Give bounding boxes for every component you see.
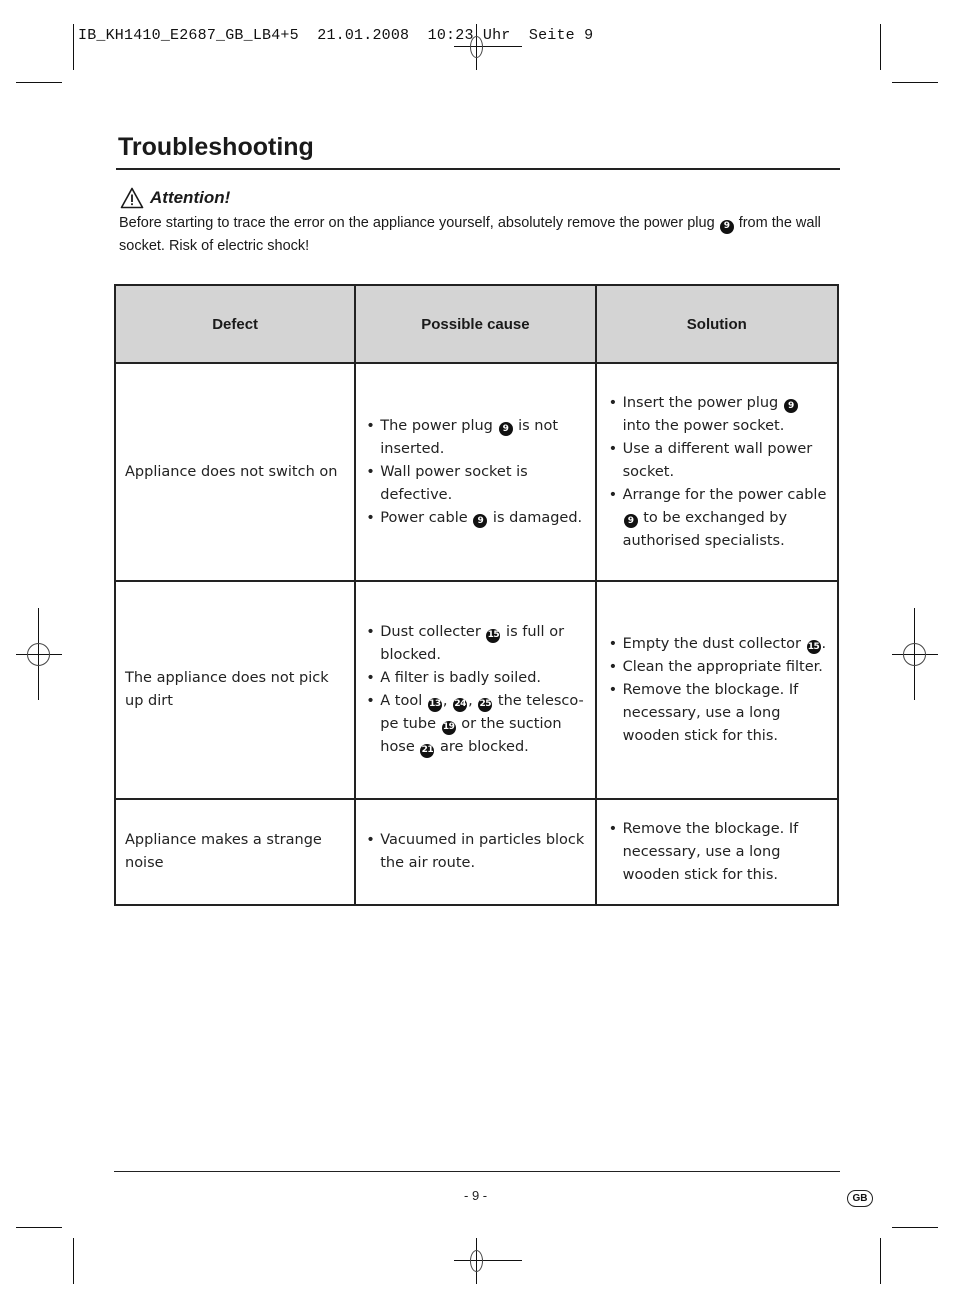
- list-item-text: ,: [442, 693, 453, 709]
- list-item: Clean the appropriate filter.: [607, 656, 829, 679]
- cause-list: Dust collecter 15 is full or blocked. A f…: [364, 621, 586, 759]
- ref-number-badge: 15: [806, 640, 821, 654]
- ref-number-badge: 13: [427, 697, 442, 712]
- ref-number-badge: 24: [453, 697, 468, 712]
- language-badge: GB: [847, 1190, 873, 1207]
- registration-mark-left: [16, 608, 62, 700]
- ref-number-badge: 9: [498, 422, 513, 436]
- list-item: Empty the dust collector 15.: [607, 633, 829, 656]
- registration-mark-top: [454, 24, 522, 70]
- warning-triangle-icon: [120, 187, 144, 209]
- list-item: Power cable 9 is damaged.: [364, 507, 586, 530]
- ref-number-badge: 9: [783, 399, 798, 413]
- list-item-text: ,: [468, 693, 478, 709]
- solution-list: Remove the blockage. If necessary, use a…: [607, 818, 829, 887]
- list-item-text: A filter is badly soiled.: [380, 670, 542, 686]
- crop-mark: [892, 82, 938, 83]
- attention-text-part: Before starting to trace the error on th…: [119, 215, 719, 231]
- list-item-text: Empty the dust collector: [622, 635, 806, 652]
- title-divider: [116, 168, 840, 170]
- list-item: Remove the blockage. If necessary, use a…: [607, 818, 829, 887]
- list-item-text: A tool: [380, 693, 427, 709]
- list-item: Remove the blockage. If necessary, use a…: [607, 679, 829, 748]
- cause-cell: Vacuumed in particles block the air rout…: [354, 798, 597, 906]
- list-item-text: Clean the appropriate filter.: [622, 658, 823, 675]
- table-row: Appliance makes a strange noise Vacuumed…: [113, 798, 840, 906]
- list-item-text: Use a different wall power socket.: [622, 440, 813, 480]
- list-item-text: into the power socket.: [622, 417, 785, 434]
- cause-list: Vacuumed in particles block the air rout…: [364, 829, 586, 875]
- solution-list: Empty the dust collector 15. Clean the ap…: [607, 633, 829, 748]
- page-title: Troubleshooting: [118, 133, 314, 161]
- attention-text: Before starting to trace the error on th…: [119, 212, 839, 258]
- table-row: The appliance does not pick up dirt Dust…: [113, 580, 840, 800]
- table-row: Appliance does not switch on The power p…: [113, 362, 840, 582]
- list-item-text: The power plug: [380, 417, 498, 434]
- header-possible-cause: Possible cause: [354, 284, 597, 364]
- defect-cell: The appliance does not pick up dirt: [113, 580, 357, 800]
- crop-mark: [892, 1227, 938, 1228]
- table-header-row: Defect Possible cause Solution: [113, 284, 840, 364]
- header-solution: Solution: [594, 284, 840, 364]
- defect-cell: Appliance makes a strange noise: [113, 798, 357, 906]
- crop-mark: [73, 1238, 74, 1284]
- list-item: Use a different wall power socket.: [607, 438, 829, 484]
- list-item-text: Dust collecter: [380, 624, 486, 640]
- list-item-text: Power cable: [380, 509, 473, 526]
- defect-cell: Appliance does not switch on: [113, 362, 357, 582]
- list-item: Vacuumed in particles block the air rout…: [364, 829, 586, 875]
- list-item-text: Arrange for the power cable: [622, 486, 827, 503]
- list-item: A tool 13, 24, 25 the telesco-pe tube 19…: [364, 690, 586, 759]
- list-item-text: Remove the blockage. If necessary, use a…: [622, 681, 799, 744]
- solution-list: Insert the power plug 9 into the power s…: [607, 392, 829, 553]
- attention-heading: Attention!: [120, 187, 230, 209]
- list-item-text: Remove the blockage. If necessary, use a…: [622, 820, 799, 883]
- crop-mark: [16, 82, 62, 83]
- page-number: - 9 -: [464, 1188, 488, 1203]
- list-item-text: .: [821, 635, 827, 652]
- list-item: Dust collecter 15 is full or blocked.: [364, 621, 586, 667]
- list-item-text: to be exchanged by authorised specialist…: [622, 509, 788, 549]
- list-item-text: Wall power socket is defective.: [380, 463, 528, 503]
- header-defect: Defect: [113, 284, 357, 364]
- list-item-text: Insert the power plug: [622, 394, 783, 411]
- list-item: The power plug 9 is not inserted.: [364, 415, 586, 461]
- solution-cell: Empty the dust collector 15. Clean the ap…: [594, 580, 840, 800]
- list-item: A filter is badly soiled.: [364, 667, 586, 690]
- list-item-text: is damaged.: [488, 509, 583, 526]
- crop-mark: [73, 24, 74, 70]
- ref-number-badge: 21: [420, 743, 435, 758]
- ref-number-badge: 15: [486, 628, 501, 643]
- ref-number-badge: 25: [478, 697, 493, 712]
- cause-cell: The power plug 9 is not inserted.Wall po…: [354, 362, 597, 582]
- footer-divider: [114, 1171, 840, 1172]
- cause-cell: Dust collecter 15 is full or blocked. A f…: [354, 580, 597, 800]
- registration-mark-right: [892, 608, 938, 700]
- ref-number-badge: 9: [473, 514, 488, 528]
- list-item-text: Vacuumed in particles block the air rout…: [380, 832, 585, 871]
- registration-mark-bottom: [454, 1238, 522, 1284]
- crop-mark: [880, 1238, 881, 1284]
- ref-number-badge: 9: [623, 514, 638, 528]
- cause-list: The power plug 9 is not inserted.Wall po…: [364, 415, 586, 530]
- list-item: Insert the power plug 9 into the power s…: [607, 392, 829, 438]
- list-item-text: are blocked.: [435, 739, 529, 755]
- ref-number-badge: 19: [441, 720, 456, 735]
- ref-number-badge: 9: [719, 219, 734, 234]
- crop-mark: [880, 24, 881, 70]
- print-slug: IB_KH1410_E2687_GB_LB4+5 21.01.2008 10:2…: [78, 27, 594, 44]
- solution-cell: Remove the blockage. If necessary, use a…: [594, 798, 840, 906]
- attention-label: Attention!: [150, 188, 231, 207]
- troubleshooting-table: Defect Possible cause Solution Appliance…: [113, 284, 840, 906]
- crop-mark: [16, 1227, 62, 1228]
- list-item: Arrange for the power cable 9 to be exch…: [607, 484, 829, 553]
- list-item: Wall power socket is defective.: [364, 461, 586, 507]
- solution-cell: Insert the power plug 9 into the power s…: [594, 362, 840, 582]
